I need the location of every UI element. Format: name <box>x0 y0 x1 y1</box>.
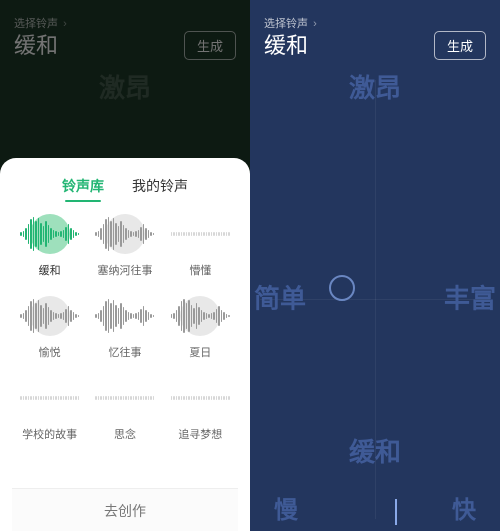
ringtone-preset[interactable]: 懵懂 <box>167 212 233 278</box>
create-button[interactable]: 去创作 <box>12 488 238 531</box>
preset-label: 学校的故事 <box>22 426 77 442</box>
waveform-icon <box>169 212 231 256</box>
mood-grid[interactable]: 激昂 缓和 简单 丰富 慢 快 <box>250 70 500 529</box>
tab-library[interactable]: 铃声库 <box>62 176 104 202</box>
preset-label: 懵懂 <box>189 262 211 278</box>
ringtone-preset[interactable]: 夏日 <box>167 294 233 360</box>
chevron-right-icon: › <box>313 18 317 30</box>
mood-label-right: 丰富 <box>444 285 496 314</box>
breadcrumb[interactable]: 选择铃声 › <box>264 18 317 31</box>
mood-label-bottom: 缓和 <box>349 438 401 467</box>
ringtone-library-sheet: 铃声库 我的铃声 缓和 塞纳河往事 懵懂愉悦 忆往事 夏日学校的故事 思念 追寻梦想 去创作 <box>0 158 250 531</box>
ringtone-preset[interactable]: 思念 <box>92 376 158 442</box>
mood-label-left: 简单 <box>254 285 306 314</box>
breadcrumb-label: 选择铃声 <box>264 18 308 30</box>
preset-grid: 缓和 塞纳河往事 懵懂愉悦 忆往事 夏日学校的故事 思念 追寻梦想 <box>12 212 238 488</box>
waveform-icon <box>19 294 81 338</box>
waveform-icon <box>169 294 231 338</box>
waveform-icon <box>19 212 81 256</box>
preset-label: 缓和 <box>39 262 61 278</box>
mood-selector-handle[interactable] <box>329 275 355 301</box>
ringtone-preset[interactable]: 学校的故事 <box>17 376 83 442</box>
header: 选择铃声 › 缓和 生成 <box>250 0 500 70</box>
ringtone-preset[interactable]: 愉悦 <box>17 294 83 360</box>
speed-label-slow: 慢 <box>260 498 312 524</box>
page-title: 缓和 <box>264 33 317 59</box>
preset-label: 思念 <box>114 426 136 442</box>
speed-label-fast: 快 <box>438 498 490 524</box>
speed-cursor[interactable] <box>395 499 397 525</box>
preset-label: 追寻梦想 <box>178 426 222 442</box>
waveform-icon <box>94 376 156 420</box>
pane-ringtone-blue: 选择铃声 › 缓和 生成 激昂 缓和 简单 丰富 慢 快 <box>250 0 500 531</box>
preset-label: 愉悦 <box>39 344 61 360</box>
waveform-icon <box>94 294 156 338</box>
preset-label: 忆往事 <box>108 344 141 360</box>
tabs: 铃声库 我的铃声 <box>12 176 238 202</box>
preset-label: 夏日 <box>189 344 211 360</box>
generate-button[interactable]: 生成 <box>434 31 486 60</box>
ringtone-preset[interactable]: 忆往事 <box>92 294 158 360</box>
tab-my-ringtones[interactable]: 我的铃声 <box>132 176 188 202</box>
ringtone-preset[interactable]: 追寻梦想 <box>167 376 233 442</box>
ringtone-preset[interactable]: 缓和 <box>17 212 83 278</box>
mood-label-top: 激昂 <box>349 74 401 103</box>
pane-ringtone-green: 选择铃声 › 缓和 生成 激昂 铃声库 我的铃声 缓和塞纳河往事懵懂愉悦忆往事夏… <box>0 0 250 531</box>
preset-label: 塞纳河往事 <box>97 262 152 278</box>
waveform-icon <box>19 376 81 420</box>
ringtone-preset[interactable]: 塞纳河往事 <box>92 212 158 278</box>
waveform-icon <box>94 212 156 256</box>
waveform-icon <box>169 376 231 420</box>
